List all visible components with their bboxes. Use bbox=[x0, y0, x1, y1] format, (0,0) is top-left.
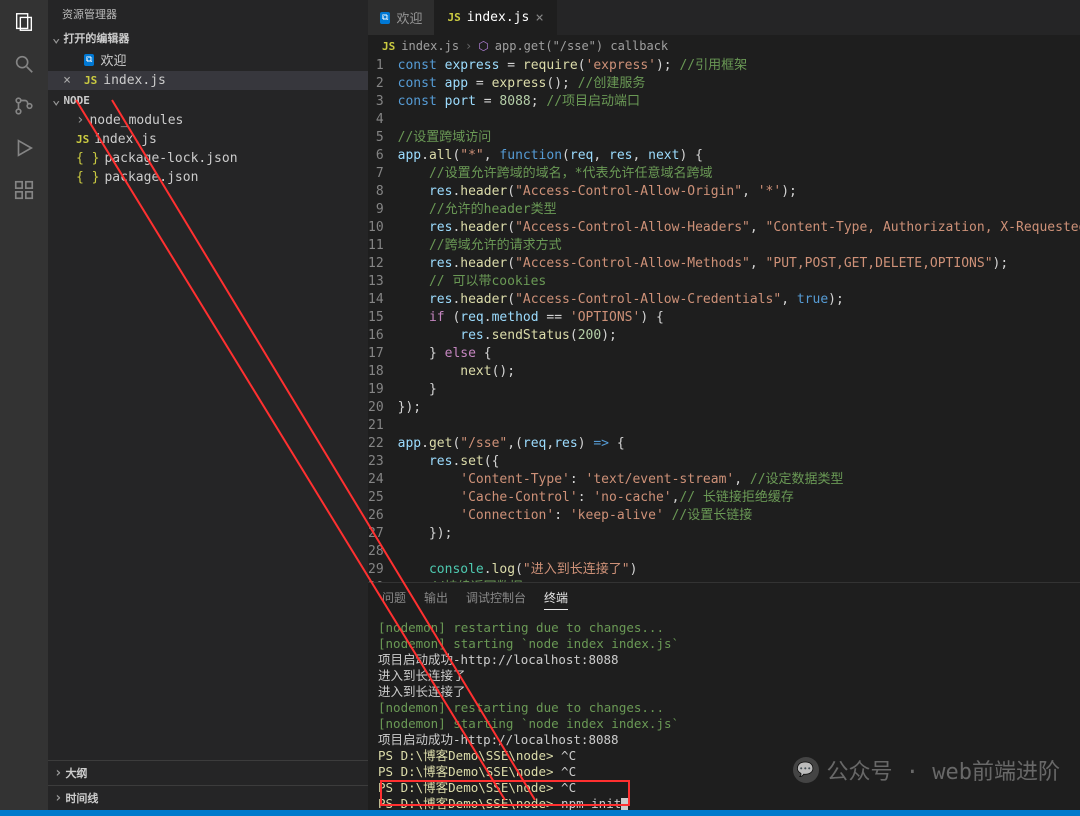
chevron-right-icon bbox=[54, 790, 62, 806]
panel-tab[interactable]: 终端 bbox=[544, 589, 568, 610]
breadcrumb-symbol: app.get("/sse") callback bbox=[495, 39, 668, 53]
tab-label: index.js bbox=[467, 10, 530, 25]
sidebar: 资源管理器 打开的编辑器 ⧉ 欢迎 × JS index.js NODE node_mo… bbox=[48, 0, 368, 810]
tree-item-label: package-lock.json bbox=[104, 151, 237, 166]
tree-item[interactable]: { } package-lock.json bbox=[48, 149, 368, 168]
breadcrumb[interactable]: JS index.js › ⬡ app.get("/sse") callback bbox=[368, 35, 1080, 57]
open-editor-label: 欢迎 bbox=[100, 50, 126, 69]
code-editor[interactable]: 1 2 3 4 5 6 7 8 9 10 11 12 13 14 15 16 1… bbox=[368, 57, 1080, 582]
close-icon[interactable]: × bbox=[535, 10, 543, 26]
tree-item[interactable]: JS index.js bbox=[48, 130, 368, 149]
vscode-icon: ⧉ bbox=[380, 12, 390, 24]
open-editor-label: index.js bbox=[103, 73, 166, 88]
panel-tab[interactable]: 输出 bbox=[424, 589, 448, 610]
terminal[interactable]: [nodemon] restarting due to changes...[n… bbox=[368, 616, 1080, 810]
open-editor-item[interactable]: ⧉ 欢迎 bbox=[48, 48, 368, 71]
editor-tab[interactable]: ⧉ 欢迎 bbox=[368, 0, 435, 35]
tree-item-label: package.json bbox=[104, 170, 198, 185]
extensions-icon[interactable] bbox=[12, 178, 36, 202]
code-content[interactable]: const express = require('express'); //引用… bbox=[398, 57, 1080, 582]
panel-tabs: 问题输出调试控制台终端 bbox=[368, 583, 1080, 616]
chevron-right-icon bbox=[76, 112, 84, 128]
js-icon: JS bbox=[382, 40, 395, 53]
editor-area: ⧉欢迎JSindex.js× JS index.js › ⬡ app.get("… bbox=[368, 0, 1080, 810]
tree-item[interactable]: { } package.json bbox=[48, 168, 368, 187]
search-icon[interactable] bbox=[12, 52, 36, 76]
tree-item-label: node_modules bbox=[89, 113, 183, 128]
chevron-right-icon bbox=[54, 765, 62, 781]
chevron-down-icon bbox=[52, 92, 60, 108]
open-editor-item[interactable]: × JS index.js bbox=[48, 71, 368, 90]
editor-tab[interactable]: JS index.js × bbox=[435, 0, 556, 35]
tree-item-label: index.js bbox=[94, 132, 157, 147]
timeline-header[interactable]: 时间线 bbox=[48, 785, 368, 810]
outline-header[interactable]: 大纲 bbox=[48, 760, 368, 785]
json-icon: { } bbox=[76, 151, 99, 166]
status-bar[interactable] bbox=[0, 810, 1080, 816]
editor-tabs: ⧉ 欢迎 JS index.js × bbox=[368, 0, 1080, 35]
panel-tab[interactable]: 问题 bbox=[382, 589, 406, 610]
explorer-icon[interactable] bbox=[12, 10, 36, 34]
breadcrumb-file: index.js bbox=[401, 39, 459, 53]
workspace-header[interactable]: NODE bbox=[48, 90, 368, 110]
tab-label: 欢迎 bbox=[396, 8, 422, 27]
sidebar-title: 资源管理器 bbox=[48, 0, 368, 28]
js-icon: JS bbox=[447, 11, 460, 24]
tree-item[interactable]: node_modules bbox=[48, 110, 368, 130]
activity-bar bbox=[0, 0, 48, 810]
line-gutter: 1 2 3 4 5 6 7 8 9 10 11 12 13 14 15 16 1… bbox=[368, 57, 398, 582]
json-icon: { } bbox=[76, 170, 99, 185]
chevron-right-icon: › bbox=[465, 39, 472, 53]
scm-icon[interactable] bbox=[12, 94, 36, 118]
chevron-down-icon bbox=[52, 30, 60, 46]
js-icon: JS bbox=[76, 133, 89, 146]
js-icon: JS bbox=[84, 74, 97, 87]
method-icon: ⬡ bbox=[478, 39, 488, 53]
debug-icon[interactable] bbox=[12, 136, 36, 160]
panel-tab[interactable]: 调试控制台 bbox=[466, 589, 526, 610]
vscode-icon: ⧉ bbox=[84, 54, 94, 66]
bottom-panel: 问题输出调试控制台终端 [nodemon] restarting due to … bbox=[368, 582, 1080, 810]
close-icon[interactable]: × bbox=[60, 73, 74, 88]
open-editors-header[interactable]: 打开的编辑器 bbox=[48, 28, 368, 48]
